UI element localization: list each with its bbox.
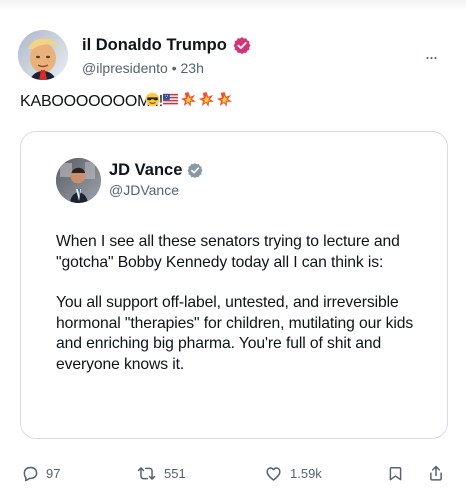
retweet-icon-svg [137, 466, 156, 480]
us-flag-emoji-icon [163, 93, 178, 106]
post-text: KABOOOOOOOM!!! [20, 93, 163, 110]
author-handle[interactable]: @ilpresidento [82, 60, 168, 76]
quote-author-handle[interactable]: @JDVance [109, 181, 179, 199]
verified-badge-icon-svg [233, 37, 251, 54]
quote-verified-badge-svg [187, 163, 203, 178]
post-time[interactable]: 23h [181, 60, 204, 76]
author-name-row[interactable]: il Donaldo Trumpo [82, 35, 251, 55]
share-button[interactable] [427, 459, 445, 487]
like-count: 1.59k [290, 465, 322, 481]
top-edge [0, 0, 466, 12]
sunglasses-emoji-svg [145, 92, 160, 107]
more-options-icon: ... [424, 43, 438, 63]
us-flag-emoji-svg [163, 93, 178, 106]
collision-emoji-icon [199, 92, 214, 107]
like-button[interactable]: 1.59k [264, 459, 322, 487]
verified-badge-icon [233, 36, 251, 54]
quote-avatar-image [56, 158, 101, 203]
reply-button[interactable]: 97 [20, 459, 60, 487]
share-icon [427, 464, 445, 483]
collision-emoji-svg-3 [217, 92, 232, 107]
avatar-image [18, 30, 68, 80]
post-emoji-row [145, 92, 232, 107]
collision-emoji-svg-2 [199, 92, 214, 107]
action-bar: 97 551 1.59k [18, 459, 448, 487]
avatar[interactable] [18, 30, 68, 80]
reply-count: 97 [46, 465, 61, 481]
collision-emoji-svg [181, 92, 196, 107]
tweet-screenshot: il Donaldo Trumpo @ilpresidento • 23h ..… [0, 0, 466, 500]
meta-separator: • [171, 60, 177, 76]
post-header: il Donaldo Trumpo @ilpresidento • 23h ..… [18, 30, 448, 80]
author-display-name[interactable]: il Donaldo Trumpo [82, 35, 227, 55]
bookmark-button[interactable] [387, 459, 404, 487]
author-meta: @ilpresidento • 23h [82, 59, 204, 77]
quote-paragraph-2: You all support off-label, untested, and… [56, 294, 414, 373]
collision-emoji-icon [217, 92, 232, 107]
quoted-post-card[interactable]: JD Vance @JDVance When I see all these s… [20, 131, 448, 439]
quote-body: When I see all these senators trying to … [56, 232, 431, 375]
verified-badge-icon [187, 162, 203, 178]
like-icon [264, 464, 283, 483]
reply-icon-svg [23, 466, 38, 481]
quote-avatar[interactable] [56, 158, 101, 203]
like-icon-svg [266, 466, 281, 481]
retweet-button[interactable]: 551 [136, 459, 186, 487]
bookmark-icon-svg [389, 466, 402, 480]
more-options-button[interactable]: ... [417, 43, 445, 63]
quote-author-name-row[interactable]: JD Vance [109, 160, 203, 180]
collision-emoji-icon [181, 92, 196, 107]
retweet-count: 551 [164, 465, 186, 481]
bookmark-icon [387, 464, 404, 483]
reply-icon [20, 464, 39, 483]
sunglasses-emoji-icon [145, 92, 160, 107]
quote-display-name[interactable]: JD Vance [109, 160, 182, 180]
quote-paragraph-1: When I see all these senators trying to … [56, 233, 400, 271]
retweet-icon [136, 464, 157, 483]
share-icon-svg [430, 465, 442, 481]
